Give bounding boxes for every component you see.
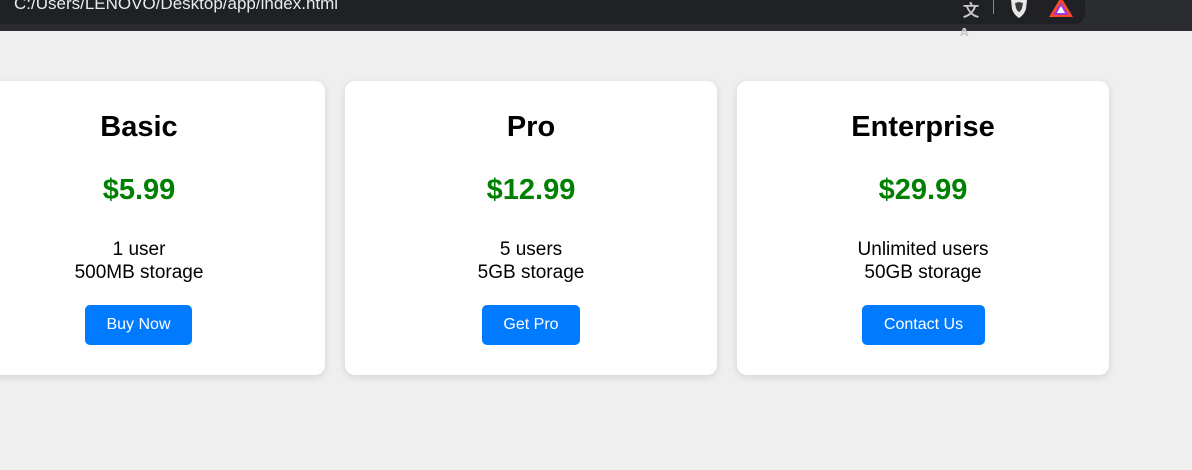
contact-us-button[interactable]: Contact Us bbox=[862, 305, 985, 345]
toolbar-divider bbox=[993, 0, 994, 14]
feature-item: 5 users bbox=[499, 239, 563, 260]
feature-item: Unlimited users bbox=[857, 239, 989, 260]
get-pro-button[interactable]: Get Pro bbox=[482, 305, 580, 345]
translate-icon[interactable]: 文A bbox=[960, 0, 985, 39]
feature-list: Unlimited users 50GB storage bbox=[737, 238, 1109, 284]
plan-price: $5.99 bbox=[102, 174, 176, 206]
pricing-card-pro: Pro $12.99 5 users 5GB storage Get Pro bbox=[345, 81, 717, 375]
plan-name: Enterprise bbox=[851, 111, 995, 143]
brave-rewards-icon[interactable] bbox=[1049, 0, 1073, 17]
plan-name: Basic bbox=[100, 111, 178, 143]
buy-now-button[interactable]: Buy Now bbox=[85, 305, 192, 345]
feature-item: 500MB storage bbox=[74, 262, 204, 283]
url-text[interactable]: C:/Users/LENOVO/Desktop/app/index.html bbox=[14, 0, 338, 14]
plan-price: $12.99 bbox=[486, 174, 576, 206]
browser-toolbar: C:/Users/LENOVO/Desktop/app/index.html 文… bbox=[0, 0, 1192, 39]
feature-item: 50GB storage bbox=[864, 262, 982, 283]
feature-item: 5GB storage bbox=[477, 262, 585, 283]
brave-shield-icon[interactable] bbox=[1008, 0, 1030, 18]
pricing-card-enterprise: Enterprise $29.99 Unlimited users 50GB s… bbox=[737, 81, 1109, 375]
feature-list: 1 user 500MB storage bbox=[0, 238, 325, 284]
address-bar[interactable]: C:/Users/LENOVO/Desktop/app/index.html 文… bbox=[0, 0, 1085, 39]
plan-price: $29.99 bbox=[878, 174, 968, 206]
pricing-card-basic: Basic $5.99 1 user 500MB storage Buy Now bbox=[0, 81, 325, 375]
feature-list: 5 users 5GB storage bbox=[345, 238, 717, 284]
plan-name: Pro bbox=[506, 111, 556, 143]
feature-item: 1 user bbox=[112, 239, 166, 260]
